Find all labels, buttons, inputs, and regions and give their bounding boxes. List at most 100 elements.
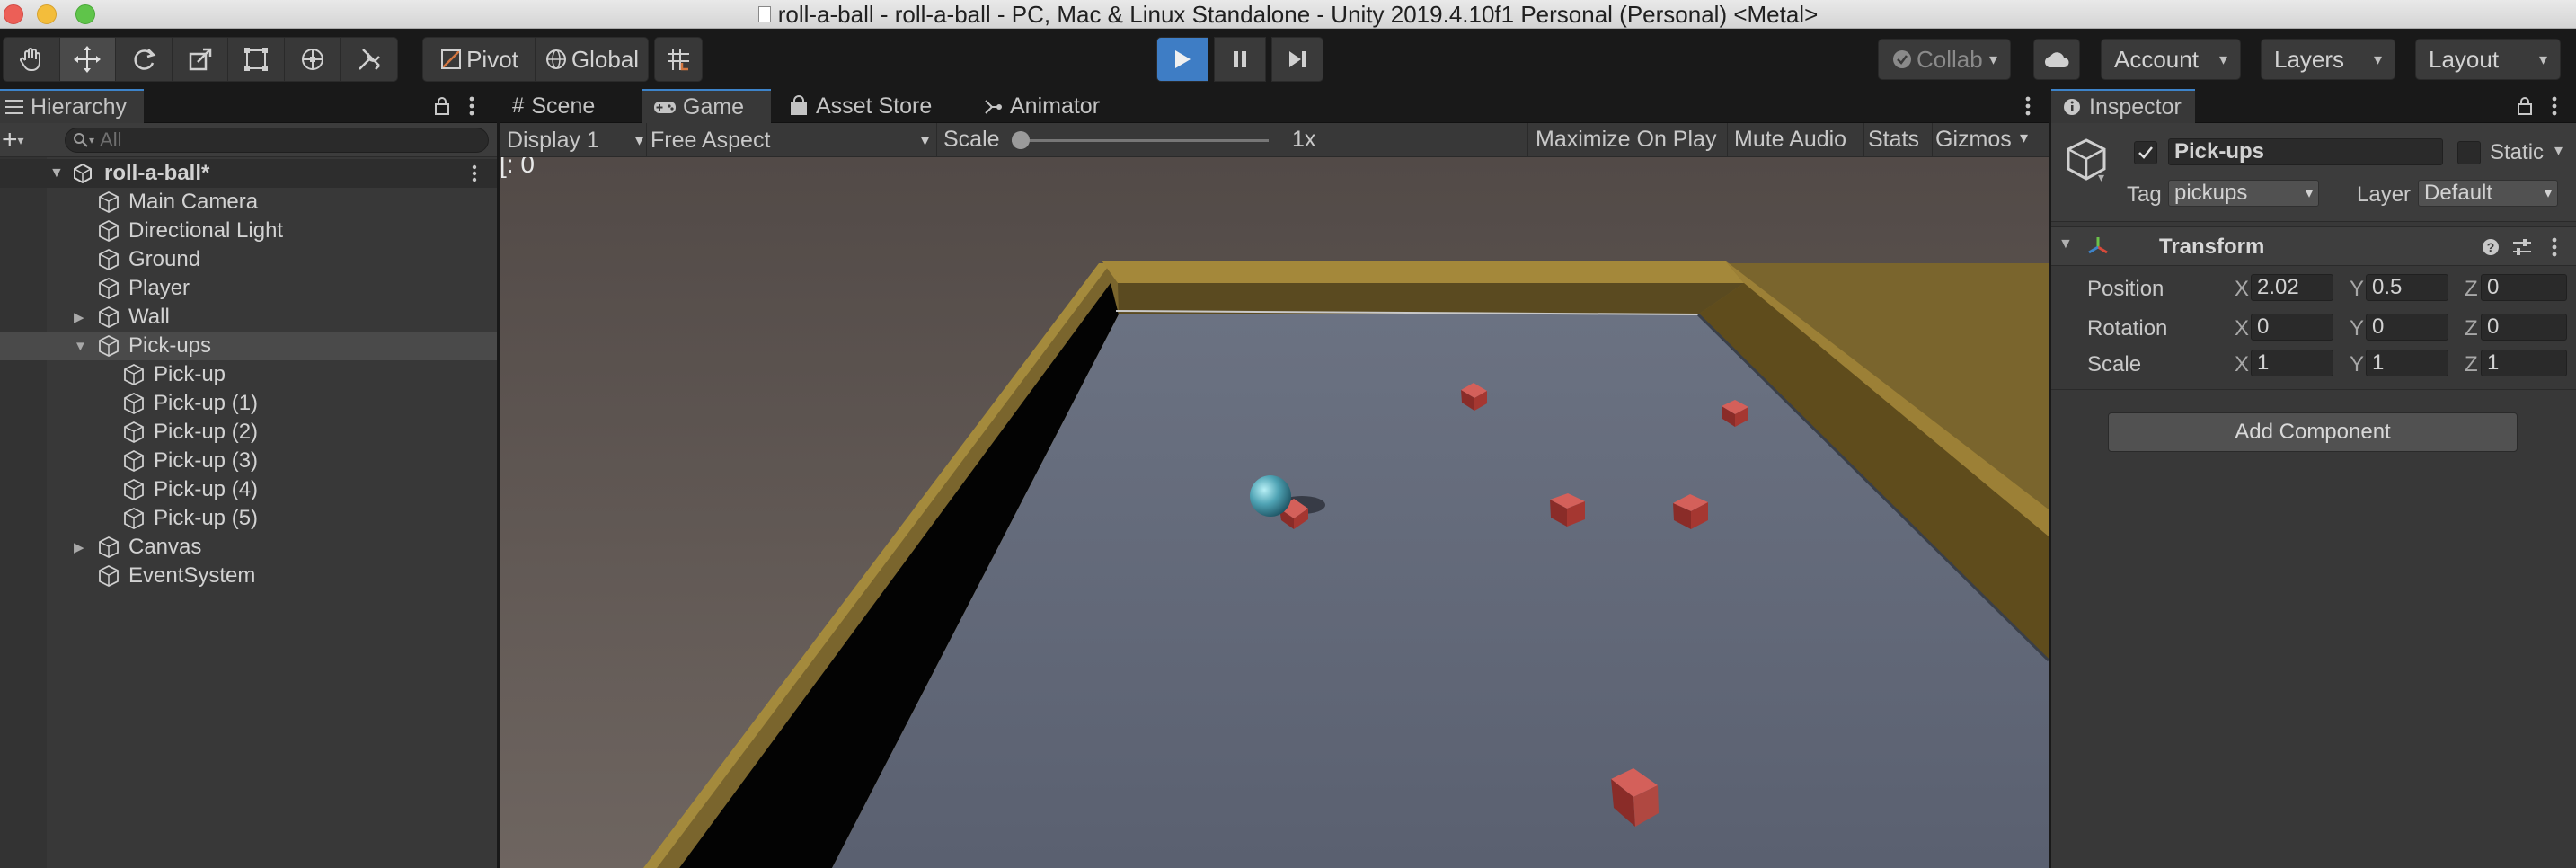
- rotation-x-field[interactable]: 0: [2251, 314, 2333, 341]
- position-x-field[interactable]: 2.02: [2251, 274, 2333, 301]
- position-z-field[interactable]: 0: [2481, 274, 2567, 301]
- maximize-on-play-toggle[interactable]: Maximize On Play: [1536, 127, 1716, 153]
- lock-icon[interactable]: [2517, 96, 2533, 116]
- hand-tool-button[interactable]: [4, 38, 60, 81]
- create-button[interactable]: + ▾: [2, 127, 32, 154]
- layers-dropdown[interactable]: Layers ▾: [2261, 39, 2395, 80]
- scale-slider-handle[interactable]: [1012, 131, 1030, 149]
- preset-sliders-icon[interactable]: [2511, 237, 2533, 257]
- scale-y-label[interactable]: Y: [2350, 352, 2364, 377]
- add-component-button[interactable]: Add Component: [2108, 412, 2518, 452]
- hierarchy-tab-label: Hierarchy: [31, 93, 127, 120]
- gizmos-toggle[interactable]: Gizmos: [1935, 127, 2012, 153]
- rotation-y-label[interactable]: Y: [2350, 316, 2364, 341]
- collab-dropdown[interactable]: Collab ▾: [1878, 39, 2011, 80]
- scale-slider-track[interactable]: [1012, 139, 1269, 142]
- scale-tool-button[interactable]: [173, 38, 229, 81]
- position-y-field[interactable]: 0.5: [2366, 274, 2448, 301]
- step-button[interactable]: [1271, 37, 1323, 82]
- tab-game[interactable]: Game: [642, 89, 771, 123]
- hierarchy-item[interactable]: ▶ Canvas: [0, 533, 497, 562]
- hierarchy-item[interactable]: Pick-up (3): [0, 447, 497, 475]
- rotation-z-label[interactable]: Z: [2465, 316, 2478, 341]
- globe-icon: [545, 49, 566, 69]
- static-label: Static: [2490, 140, 2545, 164]
- rotation-z-field[interactable]: 0: [2481, 314, 2567, 341]
- position-x-label[interactable]: X: [2235, 277, 2249, 302]
- account-dropdown[interactable]: Account ▾: [2101, 39, 2241, 80]
- custom-tool-button[interactable]: [341, 38, 397, 81]
- tab-scene[interactable]: # Scene: [501, 89, 636, 123]
- transform-tool-button[interactable]: [285, 38, 341, 81]
- grid-snap-button[interactable]: [655, 38, 702, 81]
- global-toggle-button[interactable]: Global: [536, 38, 648, 81]
- scale-y-field[interactable]: 1: [2366, 350, 2448, 376]
- play-button[interactable]: [1156, 37, 1208, 82]
- hierarchy-item[interactable]: Pick-up (2): [0, 418, 497, 447]
- tab-animator[interactable]: Animator: [972, 89, 1134, 123]
- hierarchy-item[interactable]: Directional Light: [0, 217, 497, 245]
- chevron-down-icon[interactable]: ▾: [2020, 128, 2028, 147]
- mute-audio-toggle[interactable]: Mute Audio: [1734, 127, 1846, 153]
- hierarchy-item[interactable]: ▶ Wall: [0, 303, 497, 332]
- hierarchy-search-input[interactable]: ▾ All: [65, 128, 489, 153]
- hierarchy-item[interactable]: ▼ Pick-ups: [0, 332, 497, 360]
- layout-dropdown[interactable]: Layout ▾: [2415, 39, 2561, 80]
- position-y-label[interactable]: Y: [2350, 277, 2364, 302]
- fold-arrow-collapsed-icon[interactable]: ▶: [74, 539, 84, 555]
- chevron-down-icon[interactable]: ▾: [2098, 170, 2104, 185]
- display-dropdown[interactable]: Display 1 ▾: [507, 127, 643, 154]
- hierarchy-item[interactable]: Main Camera: [0, 188, 497, 217]
- more-options-icon[interactable]: [2551, 236, 2558, 258]
- pivot-toggle-button[interactable]: Pivot: [423, 38, 536, 81]
- tab-inspector[interactable]: Inspector: [2051, 89, 2195, 123]
- static-checkbox[interactable]: [2457, 141, 2481, 164]
- more-options-icon[interactable]: [468, 95, 475, 117]
- transform-component-header[interactable]: ▼ Transform ?: [2051, 226, 2576, 266]
- scale-x-label[interactable]: X: [2235, 352, 2249, 377]
- scene-row[interactable]: ▼ roll-a-ball*: [0, 159, 497, 188]
- move-tool-button[interactable]: [59, 38, 117, 81]
- layers-label: Layers: [2274, 45, 2345, 73]
- grid-icon: #: [512, 93, 525, 118]
- pause-button[interactable]: [1214, 37, 1266, 82]
- chevron-down-icon[interactable]: ▾: [2554, 141, 2563, 160]
- rotation-y-field[interactable]: 0: [2366, 314, 2448, 341]
- lock-icon[interactable]: [434, 96, 450, 116]
- hierarchy-item[interactable]: Pick-up (1): [0, 389, 497, 418]
- rect-tool-button[interactable]: [228, 38, 285, 81]
- more-options-icon[interactable]: [2551, 95, 2558, 117]
- layer-dropdown[interactable]: Default ▾: [2418, 180, 2558, 207]
- more-options-icon[interactable]: [2024, 95, 2032, 117]
- tab-asset-store[interactable]: Asset Store: [778, 89, 958, 123]
- tag-dropdown[interactable]: pickups ▾: [2168, 180, 2319, 207]
- fold-arrow-expanded-icon[interactable]: ▼: [2058, 236, 2073, 252]
- hierarchy-item-label: Pick-up (4): [154, 477, 259, 501]
- fold-arrow-expanded-icon[interactable]: ▼: [49, 165, 64, 182]
- aspect-dropdown[interactable]: Free Aspect ▾: [651, 127, 929, 154]
- object-name-input[interactable]: Pick-ups: [2168, 138, 2443, 165]
- help-icon[interactable]: ?: [2481, 237, 2501, 257]
- scale-x-field[interactable]: 1: [2251, 350, 2333, 376]
- position-y-value: 0.5: [2372, 275, 2403, 299]
- hierarchy-item[interactable]: EventSystem: [0, 562, 497, 590]
- hierarchy-item[interactable]: Ground: [0, 245, 497, 274]
- fold-arrow-collapsed-icon[interactable]: ▶: [74, 309, 84, 325]
- cloud-button[interactable]: [2033, 39, 2080, 80]
- rotation-x-label[interactable]: X: [2235, 316, 2249, 341]
- hierarchy-tabbar: Hierarchy: [0, 89, 497, 123]
- hierarchy-item[interactable]: Pick-up (5): [0, 504, 497, 533]
- stats-toggle[interactable]: Stats: [1868, 127, 1919, 153]
- position-z-label[interactable]: Z: [2465, 277, 2478, 302]
- more-options-icon[interactable]: [471, 164, 478, 183]
- game-viewport[interactable]: [: 0: [500, 157, 2049, 868]
- rotate-tool-button[interactable]: [116, 38, 173, 81]
- hierarchy-item[interactable]: Pick-up (4): [0, 475, 497, 504]
- fold-arrow-expanded-icon[interactable]: ▼: [74, 339, 87, 354]
- hierarchy-item[interactable]: Player: [0, 274, 497, 303]
- tab-hierarchy[interactable]: Hierarchy: [0, 89, 144, 123]
- active-checkbox[interactable]: [2134, 141, 2157, 164]
- scale-z-field[interactable]: 1: [2481, 350, 2567, 376]
- hierarchy-item[interactable]: Pick-up: [0, 360, 497, 389]
- scale-z-label[interactable]: Z: [2465, 352, 2478, 377]
